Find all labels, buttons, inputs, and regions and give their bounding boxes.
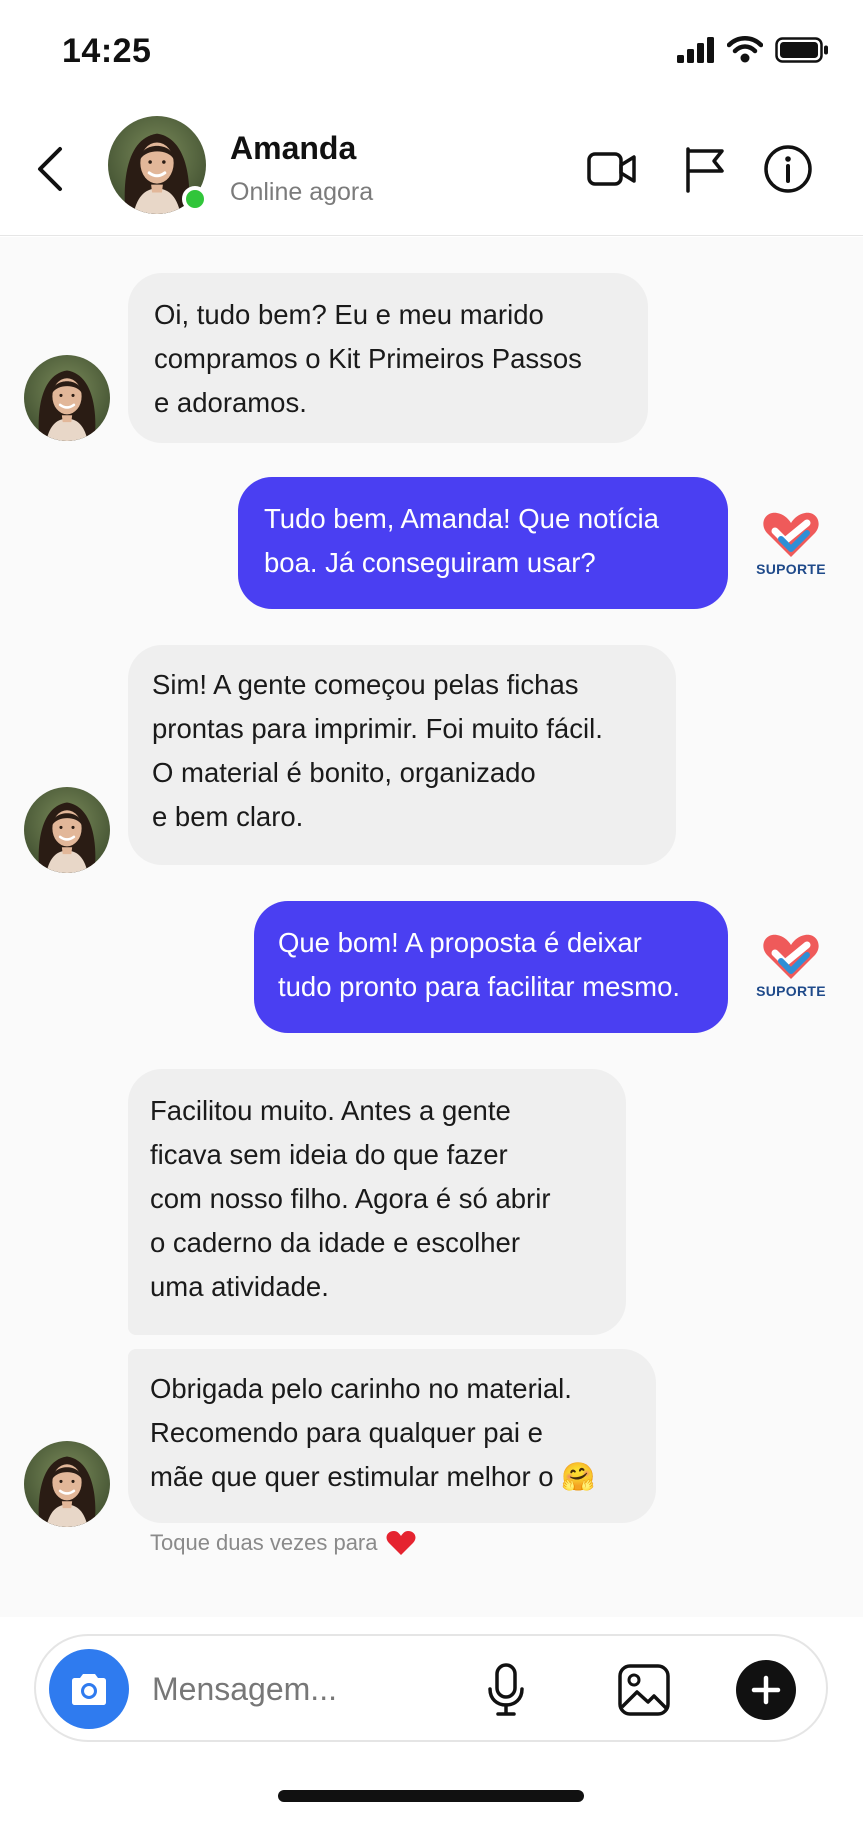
support-label: SUPORTE bbox=[756, 561, 826, 577]
flag-icon bbox=[686, 147, 724, 193]
video-call-button[interactable] bbox=[584, 142, 640, 196]
contact-name[interactable]: Amanda bbox=[230, 130, 356, 167]
microphone-button[interactable] bbox=[476, 1660, 536, 1720]
message-list[interactable]: Oi, tudo bem? Eu e meu marido compramos … bbox=[0, 237, 863, 1617]
contact-photo bbox=[24, 1441, 110, 1527]
message-line: boa. Já conseguiram usar? bbox=[264, 547, 596, 578]
message-line: uma atividade. bbox=[150, 1271, 329, 1302]
heart-logo-icon bbox=[761, 509, 821, 559]
contact-avatar-small[interactable] bbox=[24, 1441, 110, 1527]
report-button[interactable] bbox=[676, 142, 732, 196]
contact-status: Online agora bbox=[230, 178, 374, 206]
message-line: compramos o Kit Primeiros Passos bbox=[154, 343, 582, 374]
online-indicator bbox=[182, 186, 208, 212]
contact-photo bbox=[24, 355, 110, 441]
back-button[interactable] bbox=[26, 142, 72, 196]
camera-button[interactable] bbox=[49, 1649, 129, 1729]
video-call-icon bbox=[587, 152, 636, 186]
support-avatar[interactable]: SUPORTE bbox=[750, 931, 832, 1013]
info-icon bbox=[764, 145, 812, 193]
camera-icon bbox=[72, 1674, 106, 1705]
hugging-face-emoji: 🤗 bbox=[561, 1461, 596, 1492]
message-line: Recomendo para qualquer pai e bbox=[150, 1417, 543, 1448]
message-line: O material é bonito, organizado bbox=[152, 757, 536, 788]
message-line: mãe que quer estimular melhor o 🤗 bbox=[150, 1455, 634, 1499]
message-line: Obrigada pelo carinho no material. bbox=[150, 1373, 572, 1404]
contact-avatar-small[interactable] bbox=[24, 787, 110, 873]
more-options-button[interactable] bbox=[736, 1660, 796, 1720]
message-line: Tudo bem, Amanda! Que notícia bbox=[264, 503, 659, 534]
message-line: com nosso filho. Agora é só abrir bbox=[150, 1183, 551, 1214]
heart-icon bbox=[386, 1531, 415, 1555]
incoming-message[interactable]: Facilitou muito. Antes a gente ficava se… bbox=[128, 1069, 626, 1335]
message-line: e adoramos. bbox=[154, 387, 307, 418]
support-label: SUPORTE bbox=[756, 983, 826, 999]
message-line: Que bom! A proposta é deixar bbox=[278, 927, 642, 958]
wifi-icon bbox=[727, 36, 763, 63]
message-line: o caderno da idade e escolher bbox=[150, 1227, 520, 1258]
heart-logo-icon bbox=[761, 931, 821, 981]
signal-icon bbox=[677, 36, 714, 63]
back-chevron-icon bbox=[38, 147, 62, 191]
plus-icon bbox=[751, 1675, 781, 1705]
microphone-icon bbox=[488, 1663, 524, 1716]
reaction-hint: Toque duas vezes para bbox=[150, 1530, 416, 1556]
contact-avatar[interactable] bbox=[108, 116, 208, 214]
status-icons bbox=[677, 36, 829, 63]
reaction-hint-text: Toque duas vezes para bbox=[150, 1530, 378, 1555]
battery-icon bbox=[775, 36, 828, 63]
incoming-message[interactable]: Sim! A gente começou pelas fichas pronta… bbox=[128, 645, 676, 865]
gallery-icon bbox=[618, 1664, 670, 1716]
info-button[interactable] bbox=[760, 142, 816, 196]
message-line: Sim! A gente começou pelas fichas bbox=[152, 669, 579, 700]
message-composer bbox=[34, 1634, 828, 1742]
support-avatar[interactable]: SUPORTE bbox=[750, 509, 832, 591]
message-line: Facilitou muito. Antes a gente bbox=[150, 1095, 511, 1126]
message-line: ficava sem ideia do que fazer bbox=[150, 1139, 508, 1170]
incoming-message[interactable]: Oi, tudo bem? Eu e meu marido compramos … bbox=[128, 273, 648, 443]
contact-avatar-small[interactable] bbox=[24, 355, 110, 441]
outgoing-message[interactable]: Que bom! A proposta é deixar tudo pronto… bbox=[254, 901, 728, 1033]
message-line: Oi, tudo bem? Eu e meu marido bbox=[154, 299, 544, 330]
gallery-button[interactable] bbox=[614, 1660, 674, 1720]
outgoing-message[interactable]: Tudo bem, Amanda! Que notícia boa. Já co… bbox=[238, 477, 728, 609]
contact-photo bbox=[24, 787, 110, 873]
incoming-message[interactable]: Obrigada pelo carinho no material. Recom… bbox=[128, 1349, 656, 1523]
status-bar: 14:25 bbox=[0, 0, 863, 100]
message-line: prontas para imprimir. Foi muito fácil. bbox=[152, 713, 603, 744]
chat-header: Amanda Online agora bbox=[0, 100, 863, 236]
status-time: 14:25 bbox=[62, 32, 152, 70]
message-line: e bem claro. bbox=[152, 801, 304, 832]
home-indicator[interactable] bbox=[278, 1790, 584, 1802]
message-line: tudo pronto para facilitar mesmo. bbox=[278, 971, 680, 1002]
message-line-text: mãe que quer estimular melhor o bbox=[150, 1461, 554, 1492]
